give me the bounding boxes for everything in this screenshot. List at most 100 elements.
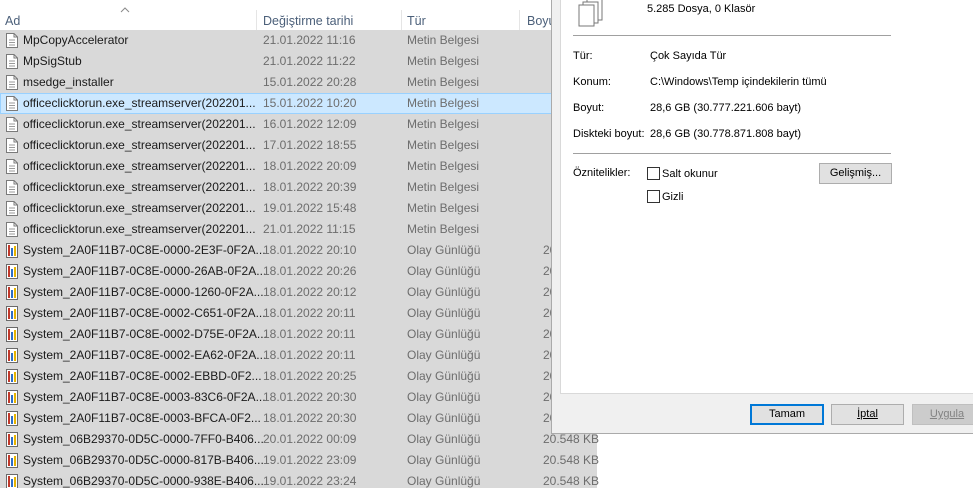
file-modified-date: 20.01.2022 00:09 xyxy=(263,432,357,446)
readonly-label[interactable]: Salt okunur xyxy=(662,168,718,180)
file-type: Olay Günlüğü xyxy=(407,306,481,320)
file-modified-date: 18.01.2022 20:10 xyxy=(263,243,357,257)
readonly-checkbox[interactable] xyxy=(647,167,660,180)
file-row[interactable]: officeclicktorun.exe_streamserver(202201… xyxy=(0,93,552,114)
event-log-icon xyxy=(6,369,18,384)
file-explorer-list: Ad Değiştirme tarihi Tür Boyut MpCopyAcc… xyxy=(0,0,600,488)
text-file-icon xyxy=(6,222,18,237)
file-modified-date: 21.01.2022 11:22 xyxy=(263,54,356,68)
file-type: Olay Günlüğü xyxy=(407,453,481,467)
file-type: Metin Belgesi xyxy=(407,222,480,236)
separator xyxy=(573,153,891,154)
separator xyxy=(573,35,891,36)
file-row[interactable]: System_2A0F11B7-0C8E-0000-2E3F-0F2A... 18… xyxy=(0,240,597,261)
selection-summary: 5.285 Dosya, 0 Klasör xyxy=(647,3,756,15)
file-modified-date: 18.01.2022 20:11 xyxy=(263,327,356,341)
column-header-type[interactable]: Tür xyxy=(407,14,426,28)
file-type: Olay Günlüğü xyxy=(407,264,481,278)
cancel-button-label: İptal xyxy=(857,408,878,420)
disk-size-value: 28,6 GB (30.778.871.808 bayt) xyxy=(650,128,802,140)
file-row[interactable]: System_2A0F11B7-0C8E-0000-1260-0F2A... 18… xyxy=(0,282,597,303)
file-type: Metin Belgesi xyxy=(407,75,480,89)
file-row[interactable]: System_06B29370-0D5C-0000-938E-B406... 19… xyxy=(0,471,600,488)
file-type: Metin Belgesi xyxy=(407,159,480,173)
file-name: MpSigStub xyxy=(23,54,82,68)
column-header-modified[interactable]: Değiştirme tarihi xyxy=(263,14,353,28)
file-row[interactable]: officeclicktorun.exe_streamserver(202201… xyxy=(0,177,597,198)
size-label: Boyut: xyxy=(573,102,605,114)
event-log-icon xyxy=(6,285,18,300)
event-log-icon xyxy=(6,243,18,258)
text-file-icon xyxy=(6,75,18,90)
size-value: 28,6 GB (30.777.221.606 bayt) xyxy=(650,102,802,114)
file-name: System_06B29370-0D5C-0000-817B-B406... xyxy=(23,453,264,467)
file-type: Olay Günlüğü xyxy=(407,327,481,341)
ok-button[interactable]: Tamam xyxy=(750,404,824,425)
file-type: Metin Belgesi xyxy=(407,180,480,194)
file-modified-date: 18.01.2022 20:25 xyxy=(263,369,357,383)
file-name: System_2A0F11B7-0C8E-0003-BFCA-0F2... xyxy=(23,411,261,425)
file-name: officeclicktorun.exe_streamserver(202201… xyxy=(23,180,256,194)
apply-button[interactable]: Uygula xyxy=(912,404,973,425)
file-row[interactable]: System_2A0F11B7-0C8E-0000-26AB-0F2A... 18… xyxy=(0,261,597,282)
file-modified-date: 18.01.2022 20:30 xyxy=(263,390,357,404)
file-name: System_2A0F11B7-0C8E-0000-1260-0F2A... xyxy=(23,285,264,299)
file-row[interactable]: System_2A0F11B7-0C8E-0003-BFCA-0F2... 18.… xyxy=(0,408,597,429)
file-row[interactable]: officeclicktorun.exe_streamserver(202201… xyxy=(0,114,597,135)
type-value: Çok Sayıda Tür xyxy=(650,50,727,62)
file-modified-date: 19.01.2022 23:24 xyxy=(263,474,357,488)
file-row[interactable]: System_06B29370-0D5C-0000-7FF0-B406... 20… xyxy=(0,429,599,450)
file-type: Metin Belgesi xyxy=(407,201,480,215)
file-name: System_06B29370-0D5C-0000-7FF0-B406... xyxy=(23,432,264,446)
file-modified-date: 18.01.2022 20:11 xyxy=(263,348,356,362)
file-name: System_2A0F11B7-0C8E-0002-EBBD-0F2... xyxy=(23,369,262,383)
column-header-name[interactable]: Ad xyxy=(5,14,20,28)
file-modified-date: 21.01.2022 11:16 xyxy=(263,33,356,47)
file-row[interactable]: System_06B29370-0D5C-0000-817B-B406... 19… xyxy=(0,450,599,471)
file-row[interactable]: System_2A0F11B7-0C8E-0002-D75E-0F2A... 18… xyxy=(0,324,597,345)
file-modified-date: 19.01.2022 15:48 xyxy=(263,201,357,215)
file-name: officeclicktorun.exe_streamserver(202201… xyxy=(23,201,256,215)
file-modified-date: 15.01.2022 20:28 xyxy=(263,75,357,89)
text-file-icon xyxy=(6,180,18,195)
file-row[interactable]: MpCopyAccelerator 21.01.2022 11:16 Metin B… xyxy=(0,30,597,51)
cancel-button[interactable]: İptal xyxy=(831,404,904,425)
advanced-button[interactable]: Gelişmiş... xyxy=(819,163,892,184)
file-row[interactable]: System_2A0F11B7-0C8E-0002-EA62-0F2A... 18… xyxy=(0,345,597,366)
properties-dialog: 5.285 Dosya, 0 Klasör Tür: Çok Sayıda Tü… xyxy=(551,0,973,434)
file-row[interactable]: msedge_installer 15.01.2022 20:28 Metin Be… xyxy=(0,72,597,93)
text-file-icon xyxy=(6,117,18,132)
file-type: Olay Günlüğü xyxy=(407,285,481,299)
file-row[interactable]: officeclicktorun.exe_streamserver(202201… xyxy=(0,219,597,240)
file-size: 20.548 KB xyxy=(543,474,600,488)
file-name: officeclicktorun.exe_streamserver(202201… xyxy=(23,159,256,173)
sort-ascending-icon xyxy=(120,7,130,13)
file-type: Olay Günlüğü xyxy=(407,243,481,257)
file-type: Olay Günlüğü xyxy=(407,390,481,404)
file-row[interactable]: officeclicktorun.exe_streamserver(202201… xyxy=(0,198,597,219)
disk-size-label: Diskteki boyut: xyxy=(573,128,645,140)
file-modified-date: 17.01.2022 18:55 xyxy=(263,138,357,152)
file-type: Olay Günlüğü xyxy=(407,474,481,488)
file-row[interactable]: System_2A0F11B7-0C8E-0002-EBBD-0F2... 18.… xyxy=(0,366,597,387)
hidden-label[interactable]: Gizli xyxy=(662,191,683,203)
event-log-icon xyxy=(6,411,18,426)
file-modified-date: 18.01.2022 20:30 xyxy=(263,411,357,425)
file-type: Metin Belgesi xyxy=(407,138,480,152)
file-name: MpCopyAccelerator xyxy=(23,33,129,47)
text-file-icon xyxy=(6,54,18,69)
file-name: msedge_installer xyxy=(23,75,114,89)
attributes-label: Öznitelikler: xyxy=(573,167,631,179)
file-row[interactable]: officeclicktorun.exe_streamserver(202201… xyxy=(0,135,597,156)
file-row[interactable]: officeclicktorun.exe_streamserver(202201… xyxy=(0,156,597,177)
multiple-files-icon xyxy=(578,0,603,27)
file-name: officeclicktorun.exe_streamserver(202201… xyxy=(23,117,256,131)
event-log-icon xyxy=(6,327,18,342)
event-log-icon xyxy=(6,390,18,405)
file-row[interactable]: MpSigStub 21.01.2022 11:22 Metin Belgesi xyxy=(0,51,597,72)
file-row[interactable]: System_2A0F11B7-0C8E-0003-83C6-0F2A... 18… xyxy=(0,387,597,408)
type-label: Tür: xyxy=(573,50,593,62)
file-row[interactable]: System_2A0F11B7-0C8E-0002-C651-0F2A... 18… xyxy=(0,303,597,324)
hidden-checkbox[interactable] xyxy=(647,190,660,203)
file-modified-date: 18.01.2022 20:12 xyxy=(263,285,357,299)
